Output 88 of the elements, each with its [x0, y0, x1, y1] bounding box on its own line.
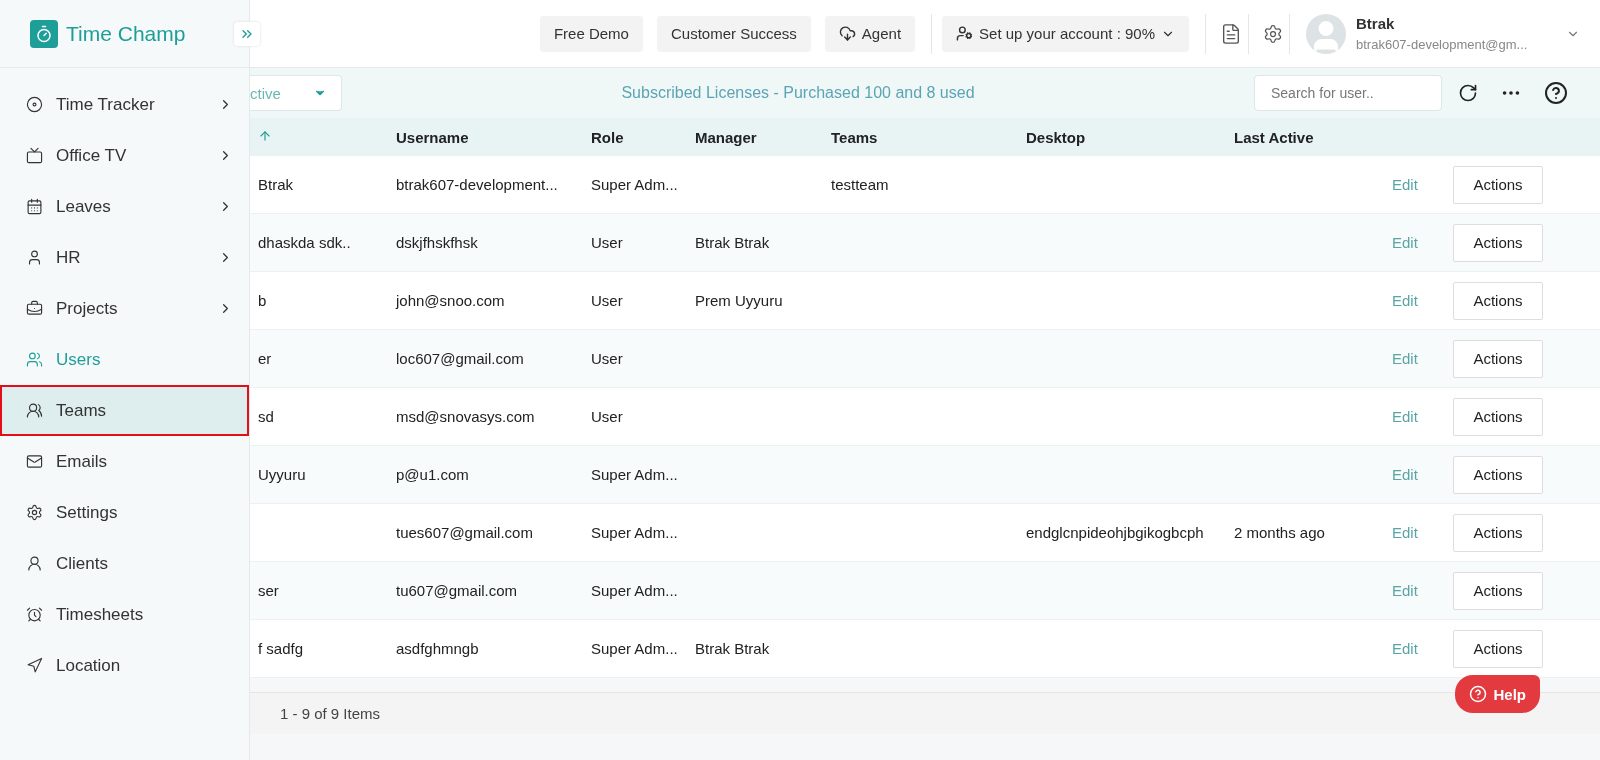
table-cell: ser [258, 582, 279, 599]
column-header[interactable]: Last Active [1226, 128, 1380, 146]
sidebar-item[interactable]: Emails [0, 436, 249, 487]
sidebar-item[interactable]: Clients [0, 538, 249, 589]
actions-button[interactable]: Actions [1453, 223, 1543, 262]
users-icon [26, 351, 43, 368]
table-cell: asdfghmngb [396, 640, 479, 657]
sidebar-item[interactable]: Projects [0, 283, 249, 334]
navigation-arrow-icon [26, 657, 43, 674]
brand-name: Time Champ [66, 21, 186, 46]
alarm-clock-icon [26, 606, 43, 623]
table-cell: tues607@gmail.com [396, 524, 533, 541]
cloud-download-icon [838, 25, 856, 42]
table-cell: Super Adm... [591, 466, 678, 483]
sidebar-item[interactable]: Leaves [0, 181, 249, 232]
table-cell: john@snoo.com [396, 292, 505, 309]
header-button[interactable]: Free Demo [539, 15, 643, 52]
table-cell: User [591, 234, 623, 251]
sidebar-item[interactable]: Office TV [0, 130, 249, 181]
table-cell: Super Adm... [591, 176, 678, 193]
table-cell: endglcnpideohjbgikogbcph [1026, 524, 1204, 541]
help-icon [1469, 685, 1488, 703]
sidebar-item[interactable]: Time Tracker [0, 79, 249, 130]
profile-email: btrak607-development@gm... [1356, 37, 1529, 52]
sidebar-item[interactable]: Location [0, 640, 249, 691]
sidebar-item[interactable]: HR [0, 232, 249, 283]
table-cell: 2 months ago [1234, 524, 1325, 541]
table-cell: User [591, 350, 623, 367]
help-button[interactable]: Help [1455, 675, 1540, 713]
table-cell: btrak607-development... [396, 176, 558, 193]
search-field[interactable]: Search for user.. [1254, 75, 1442, 111]
header-button[interactable]: Customer Success [656, 15, 811, 52]
mail-icon [26, 453, 43, 470]
license-summary: Subscribed Licenses - Purchased 100 and 8 used [620, 84, 976, 102]
avatar-icon [1306, 13, 1346, 54]
table-cell: Uyyuru [258, 466, 306, 483]
actions-button[interactable]: Actions [1453, 165, 1543, 204]
column-header[interactable]: Username [388, 128, 583, 146]
table-cell: User [591, 292, 623, 309]
person-icon [26, 555, 43, 572]
setup-account-button[interactable]: Set up your account : 90% [942, 15, 1189, 52]
pagination-summary: 1 - 9 of 9 Items [280, 705, 381, 722]
calendar-icon [26, 198, 43, 215]
table-cell: Prem Uyyuru [695, 292, 783, 309]
tv-icon [26, 147, 43, 164]
sidebar-item[interactable]: Settings [0, 487, 249, 538]
actions-button[interactable]: Actions [1453, 281, 1543, 320]
group-icon [26, 402, 43, 419]
sidebar-item[interactable]: Timesheets [0, 589, 249, 640]
target-icon [26, 96, 43, 113]
table-cell: b [258, 292, 267, 309]
column-header[interactable]: Manager [687, 128, 823, 146]
table-cell: Super Adm... [591, 582, 678, 599]
table-cell: dhaskda sdk.. [258, 234, 351, 251]
sidebar-item[interactable]: Teams [0, 385, 249, 436]
actions-button[interactable]: Actions [1453, 571, 1543, 610]
briefcase-icon [26, 300, 43, 317]
table-cell: msd@snovasys.com [396, 408, 535, 425]
table-cell: testteam [831, 176, 889, 193]
table-cell: Super Adm... [591, 524, 678, 541]
user-icon [26, 249, 43, 266]
table-cell: sd [258, 408, 274, 425]
table-cell: p@u1.com [396, 466, 469, 483]
actions-button[interactable]: Actions [1453, 513, 1543, 552]
table-cell: tu607@gmail.com [396, 582, 518, 599]
table-cell: Btrak [258, 176, 293, 193]
actions-button[interactable]: Actions [1453, 339, 1543, 378]
table-cell: loc607@gmail.com [396, 350, 524, 367]
header-button[interactable]: Agent [824, 15, 916, 52]
table-cell: dskjfhskfhsk [396, 234, 478, 251]
profile-name: Btrak [1356, 15, 1396, 32]
actions-button[interactable]: Actions [1453, 397, 1543, 436]
table-cell: Super Adm... [591, 640, 678, 657]
table-cell: er [258, 350, 272, 367]
table-cell: Btrak Btrak [695, 234, 770, 251]
expand-button[interactable] [234, 21, 260, 46]
table-cell: User [591, 408, 623, 425]
column-header[interactable]: Desktop [1018, 128, 1226, 146]
settings-icon [26, 504, 43, 521]
column-header[interactable]: Teams [823, 128, 1018, 146]
table-cell: f sadfg [258, 640, 304, 657]
actions-button[interactable]: Actions [1453, 629, 1543, 668]
logo-icon [30, 19, 58, 48]
actions-button[interactable]: Actions [1453, 455, 1543, 494]
column-header[interactable]: Role [583, 128, 687, 146]
table-cell: Btrak Btrak [695, 640, 770, 657]
user-cog-icon [956, 25, 974, 42]
sort-arrow-icon[interactable] [258, 128, 272, 143]
